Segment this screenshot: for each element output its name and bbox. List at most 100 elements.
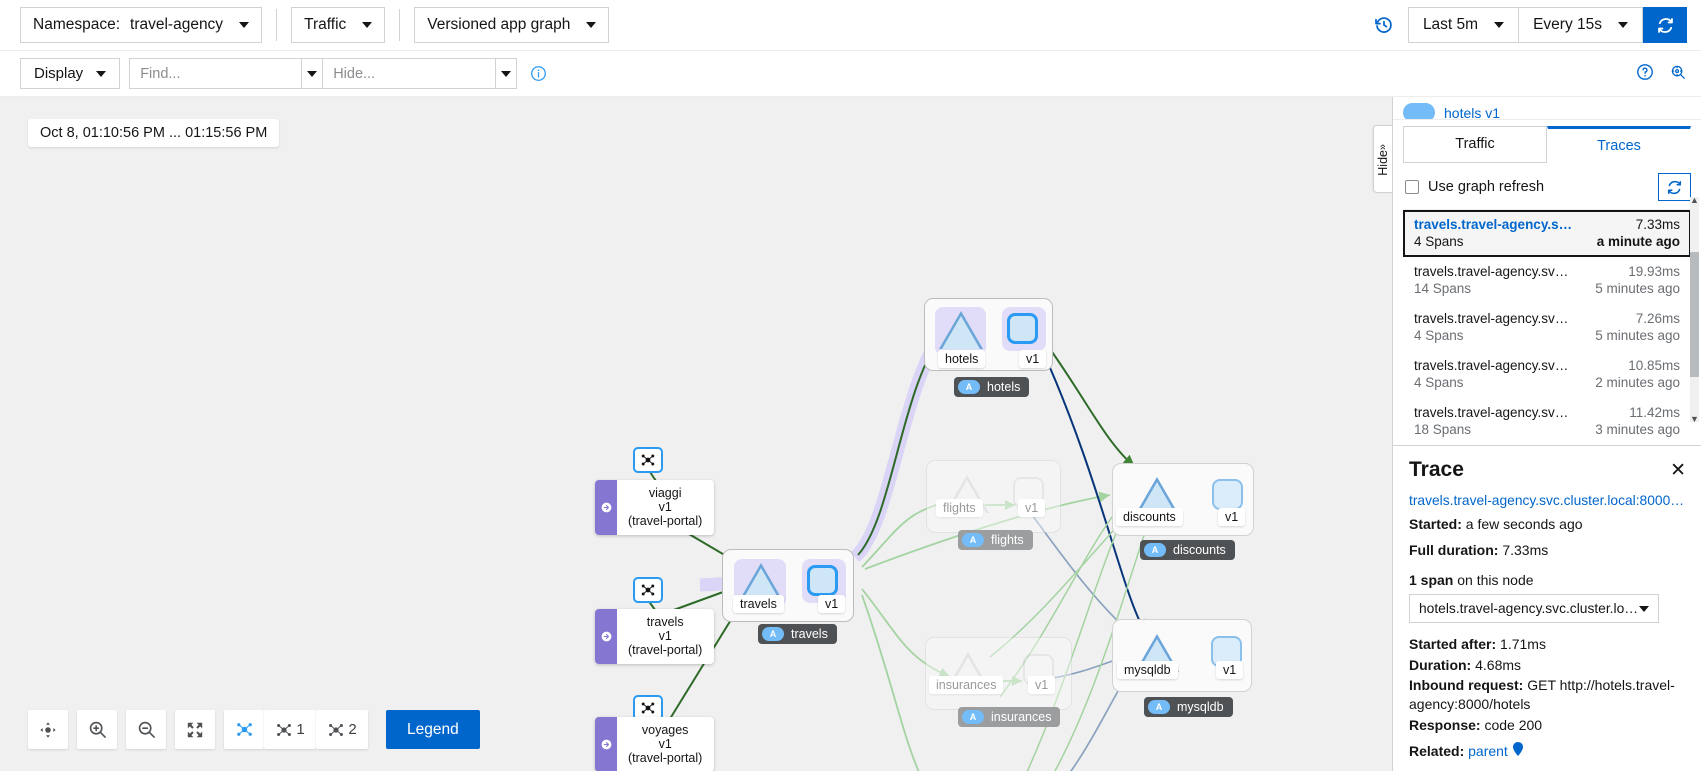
app-badge-label: insurances: [991, 710, 1052, 724]
trace-list-item[interactable]: travels.travel-agency.svc.clus… 4 Spans …: [1403, 210, 1691, 257]
app-badge-travels[interactable]: A travels: [758, 624, 837, 644]
inbound-request-row: Inbound request: GET http://hotels.trave…: [1409, 676, 1686, 713]
trace-timestamp: 2 minutes ago: [1595, 375, 1680, 390]
layout-default-button[interactable]: [224, 710, 264, 749]
trace-list-item[interactable]: travels.travel-agency.svc.cluste… 4 Span…: [1403, 351, 1691, 398]
refresh-interval-selector[interactable]: Every 15s: [1518, 7, 1643, 43]
checkbox-box[interactable]: [1405, 180, 1419, 194]
graph-settings-icon[interactable]: [1669, 63, 1687, 84]
trace-name[interactable]: travels.travel-agency.svc.cluste…: [1414, 311, 1574, 326]
trace-list-item[interactable]: travels.travel-agency.svc.cluste… 18 Spa…: [1403, 398, 1691, 445]
related-parent-link[interactable]: parent: [1468, 743, 1508, 759]
hide-side-panel-tab[interactable]: » Hide: [1373, 125, 1392, 193]
app-badge-hotels[interactable]: A hotels: [954, 377, 1030, 397]
app-badge-letter-icon: A: [1148, 700, 1170, 714]
side-panel-header: hotels v1: [1393, 97, 1701, 120]
scroll-up-arrow-icon[interactable]: ▲: [1690, 195, 1699, 205]
portal-node-viaggi[interactable]: viaggi v1 (travel-portal): [595, 480, 715, 535]
reset-view-button[interactable]: [28, 710, 68, 749]
map-pin-icon[interactable]: [1512, 742, 1524, 759]
find-input[interactable]: [129, 58, 302, 89]
portal-icon-viaggi[interactable]: [633, 447, 663, 473]
layout-1-button[interactable]: 1: [264, 710, 316, 749]
namespace-value: travel-agency: [130, 16, 224, 33]
trace-name[interactable]: travels.travel-agency.svc.cluste…: [1414, 358, 1574, 373]
time-range-selector[interactable]: Last 5m: [1407, 7, 1519, 43]
fit-to-screen-button[interactable]: [175, 710, 215, 749]
tab-traffic[interactable]: Traffic: [1403, 126, 1547, 163]
portal-line3: (travel-portal): [628, 514, 703, 528]
layout-2-button[interactable]: 2: [316, 710, 368, 749]
info-circle-icon[interactable]: [530, 65, 547, 82]
namespace-selector[interactable]: Namespace: travel-agency: [20, 7, 263, 43]
hide-tab-label: Hide: [1376, 150, 1390, 176]
tab-traces[interactable]: Traces: [1547, 126, 1691, 163]
graph-canvas[interactable]: Oct 8, 01:10:56 PM ... 01:15:56 PM hotel…: [0, 97, 1392, 771]
close-icon[interactable]: ✕: [1670, 461, 1686, 480]
span-selector[interactable]: hotels.travel-agency.svc.cluster.local:8…: [1409, 594, 1659, 624]
portal-ingress-bar: [595, 717, 617, 771]
app-badge-mysqldb[interactable]: A mysqldb: [1144, 697, 1233, 717]
trace-detail-header: Trace ✕: [1409, 458, 1686, 482]
app-badge-label: discounts: [1173, 543, 1226, 557]
started-after-value: 1.71ms: [1500, 636, 1546, 653]
edge-label-selector[interactable]: Traffic: [291, 7, 386, 43]
app-badge-label: flights: [991, 533, 1024, 547]
version-node-travels-v1[interactable]: [807, 565, 838, 596]
node-label-mysqldb: mysqldb: [1117, 661, 1178, 679]
side-panel-scrollbar[interactable]: ▲ ▼: [1690, 195, 1699, 424]
trace-name[interactable]: travels.travel-agency.svc.cluste…: [1414, 405, 1574, 420]
app-badge-flights[interactable]: A flights: [958, 530, 1033, 550]
zoom-out-button[interactable]: [126, 710, 166, 749]
use-graph-refresh-checkbox[interactable]: Use graph refresh: [1405, 179, 1544, 195]
response-value: code 200: [1484, 716, 1543, 733]
trace-duration: 7.26ms: [1635, 311, 1680, 326]
scrollbar-thumb[interactable]: [1690, 252, 1699, 377]
app-badge-letter-icon: A: [962, 533, 984, 547]
side-panel-node-badge[interactable]: hotels v1: [1403, 103, 1500, 119]
span-details: Started after: 1.71ms Duration: 4.68ms I…: [1409, 635, 1686, 771]
node-group-flights[interactable]: [926, 460, 1061, 533]
zoom-in-button[interactable]: [77, 710, 117, 749]
version-node-discounts-v1[interactable]: [1212, 479, 1243, 510]
hide-input[interactable]: [323, 58, 496, 89]
started-after-label: Started after:: [1409, 636, 1497, 653]
history-icon[interactable]: [1374, 15, 1394, 35]
refresh-button[interactable]: [1643, 7, 1687, 43]
trace-full-duration-value: 7.33ms: [1502, 541, 1549, 558]
display-menu-button[interactable]: Display: [20, 58, 121, 89]
primary-toolbar: Namespace: travel-agency Traffic Version…: [0, 0, 1701, 51]
node-group-mysqldb[interactable]: [1112, 619, 1252, 692]
span-duration-value: 4.68ms: [1475, 656, 1522, 673]
help-circle-icon[interactable]: [1636, 63, 1654, 84]
scroll-down-arrow-icon[interactable]: ▼: [1690, 414, 1699, 424]
trace-full-duration-row: Full duration: 7.33ms: [1409, 541, 1686, 560]
trace-name[interactable]: travels.travel-agency.svc.cluste…: [1414, 264, 1574, 279]
version-node-hotels-v1[interactable]: [1007, 313, 1038, 344]
portal-icon-travels[interactable]: [633, 577, 663, 603]
chevron-down-icon: [307, 70, 318, 77]
traces-refresh-button[interactable]: [1658, 173, 1691, 201]
side-panel: hotels v1 Traffic Traces Use graph refre…: [1392, 97, 1701, 771]
trace-name[interactable]: travels.travel-agency.svc.clus…: [1414, 217, 1574, 232]
secondary-toolbar: Display: [0, 51, 1701, 97]
trace-list-item[interactable]: travels.travel-agency.svc.cluste… 4 Span…: [1403, 304, 1691, 351]
trace-detail-link[interactable]: travels.travel-agency.svc.cluster.local:…: [1409, 493, 1686, 508]
related-row: Related: parent: [1409, 742, 1686, 761]
legend-button[interactable]: Legend: [386, 710, 480, 749]
find-dropdown-toggle[interactable]: [301, 58, 324, 89]
node-group-insurances[interactable]: [925, 637, 1072, 710]
use-graph-refresh-label: Use graph refresh: [1428, 179, 1545, 195]
response-row: Response: code 200: [1409, 716, 1686, 735]
portal-node-travels[interactable]: travels v1 (travel-portal): [595, 609, 715, 664]
app-badge-icon: [1403, 103, 1435, 119]
portal-node-voyages[interactable]: voyages v1 (travel-portal): [595, 717, 715, 771]
graph-type-selector[interactable]: Versioned app graph: [414, 7, 610, 43]
node-label-hotels-v1: v1: [1019, 350, 1047, 368]
portal-text-viaggi: viaggi v1 (travel-portal): [617, 480, 714, 535]
app-badge-discounts[interactable]: A discounts: [1140, 540, 1235, 560]
app-badge-insurances[interactable]: A insurances: [958, 707, 1061, 727]
trace-list-item[interactable]: travels.travel-agency.svc.cluste… 14 Spa…: [1403, 257, 1691, 304]
trace-list[interactable]: travels.travel-agency.svc.clus… 4 Spans …: [1403, 209, 1691, 445]
hide-dropdown-toggle[interactable]: [495, 58, 518, 89]
